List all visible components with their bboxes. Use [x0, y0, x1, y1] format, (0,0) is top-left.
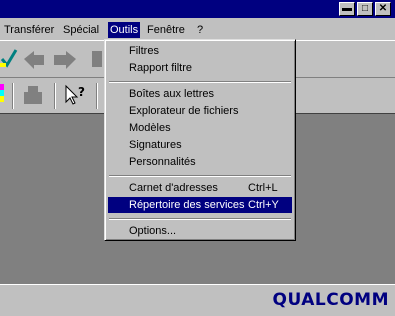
attach-icon[interactable]: [22, 84, 44, 109]
menu-item-label: Boîtes aux lettres: [129, 88, 214, 100]
color-palette-icon[interactable]: [0, 84, 6, 109]
menu-bar: Transférer Spécial Outils Fenêtre ?: [0, 20, 395, 39]
menu-item-label: Répertoire des services: [129, 199, 245, 211]
menu-item-shortcut: Ctrl+L: [248, 182, 278, 194]
menu-item-signatures[interactable]: Signatures: [108, 137, 292, 153]
menu-item-label: Personnalités: [129, 156, 196, 168]
maximize-button[interactable]: □: [357, 2, 373, 16]
toolbar-separator: [54, 83, 56, 109]
qualcomm-logo: QUALCOMM: [272, 290, 389, 310]
forward-icon[interactable]: [52, 49, 78, 72]
menu-special[interactable]: Spécial: [61, 22, 101, 38]
menu-item-carnet-adresses[interactable]: Carnet d'adresses Ctrl+L: [108, 180, 292, 196]
menu-fenetre[interactable]: Fenêtre: [145, 22, 187, 38]
check-edit-icon[interactable]: [0, 47, 18, 72]
menu-separator: [109, 175, 291, 177]
menu-help[interactable]: ?: [195, 22, 205, 38]
svg-text:?: ?: [78, 85, 85, 99]
menu-item-shortcut: Ctrl+Y: [248, 199, 279, 211]
menu-item-label: Filtres: [129, 45, 159, 57]
menu-separator: [109, 81, 291, 83]
menu-item-filtres[interactable]: Filtres: [108, 43, 292, 59]
menu-item-label: Options...: [129, 225, 177, 237]
menu-transferer[interactable]: Transférer: [2, 22, 56, 38]
window-controls: ▬ □ ✕: [337, 2, 391, 16]
menu-item-options[interactable]: Options...: [108, 223, 292, 239]
menu-item-repertoire-services[interactable]: Répertoire des services Ctrl+Y: [108, 197, 292, 213]
outils-dropdown-menu: Filtres Rapport filtre Boîtes aux lettre…: [104, 39, 296, 241]
help-pointer-icon[interactable]: ?: [64, 84, 88, 109]
menu-item-explorateur-fichiers[interactable]: Explorateur de fichiers: [108, 103, 292, 119]
menu-item-label: Rapport filtre: [129, 62, 192, 74]
menu-item-boites-aux-lettres[interactable]: Boîtes aux lettres: [108, 86, 292, 102]
status-bar: QUALCOMM: [0, 284, 395, 316]
menu-item-rapport-filtre[interactable]: Rapport filtre: [108, 60, 292, 76]
menu-separator: [109, 218, 291, 220]
menu-item-label: Signatures: [129, 139, 182, 151]
close-button[interactable]: ✕: [375, 2, 391, 16]
menu-item-label: Explorateur de fichiers: [129, 105, 239, 117]
menu-item-label: Modèles: [129, 122, 171, 134]
title-bar: ▬ □ ✕: [0, 0, 395, 18]
menu-item-personnalites[interactable]: Personnalités: [108, 154, 292, 170]
redirect-icon[interactable]: [90, 49, 104, 72]
minimize-button[interactable]: ▬: [339, 2, 355, 16]
menu-outils[interactable]: Outils: [108, 22, 141, 38]
menu-item-label: Carnet d'adresses: [129, 182, 218, 194]
toolbar-separator: [96, 83, 98, 109]
reply-icon[interactable]: [22, 49, 46, 72]
menu-item-modeles[interactable]: Modèles: [108, 120, 292, 136]
toolbar-separator: [12, 83, 14, 109]
